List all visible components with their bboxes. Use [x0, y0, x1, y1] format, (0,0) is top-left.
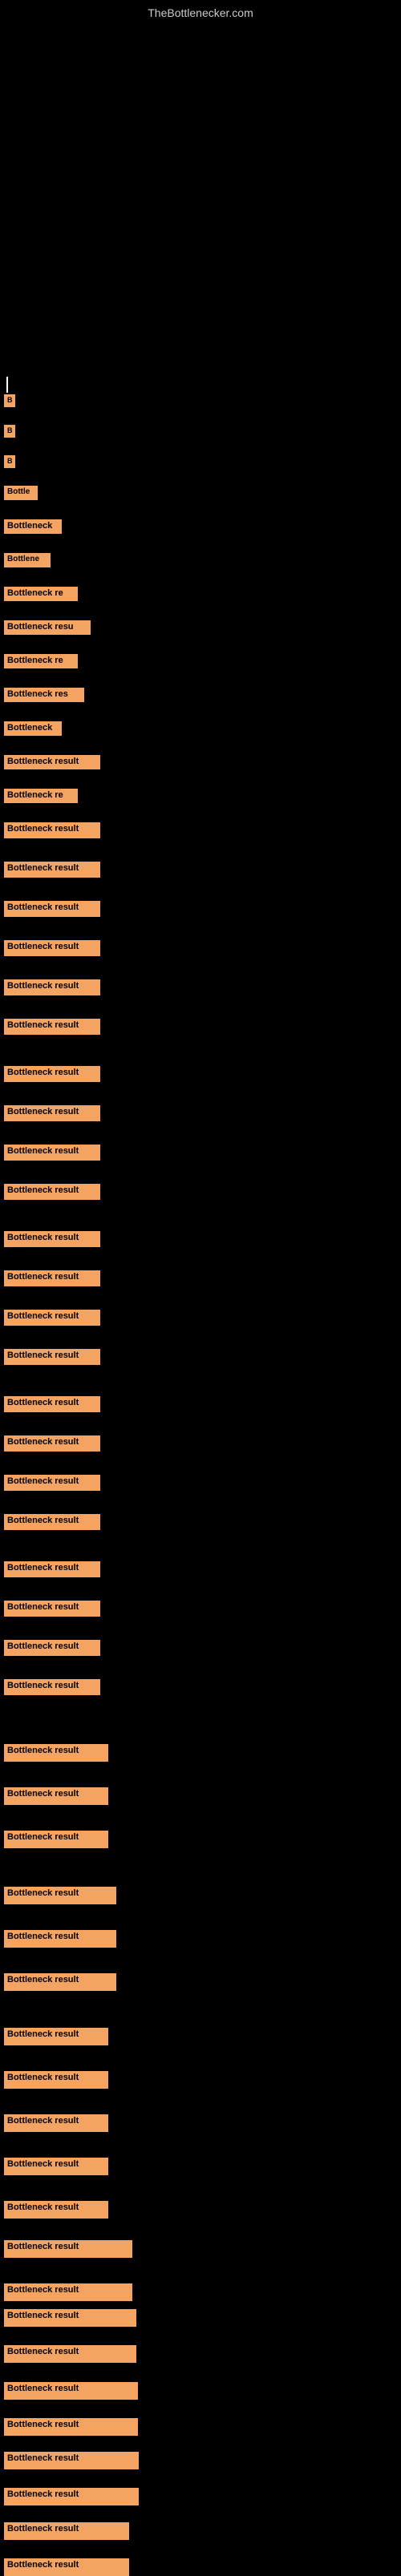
cursor-indicator — [6, 377, 8, 393]
bottleneck-result-label: Bottleneck result — [4, 2345, 136, 2363]
bottleneck-result-label: Bottleneck result — [4, 2452, 139, 2469]
bottleneck-result-label: Bottleneck result — [4, 2114, 108, 2132]
bottleneck-result-label: Bottleneck result — [4, 2283, 132, 2301]
bottleneck-result-label: B — [4, 455, 15, 468]
bottleneck-result-label: Bottleneck result — [4, 2158, 108, 2175]
bottleneck-result-label: Bottleneck result — [4, 1396, 100, 1412]
bottleneck-result-label: Bottleneck result — [4, 940, 100, 956]
bottleneck-result-label: Bottleneck result — [4, 1679, 100, 1695]
bottleneck-result-label: Bottleneck result — [4, 2240, 132, 2258]
bottleneck-result-label: Bottleneck result — [4, 1105, 100, 1121]
bottleneck-result-label: Bottleneck result — [4, 1887, 116, 1904]
bottleneck-result-label: Bottleneck result — [4, 1019, 100, 1035]
bottleneck-result-label: Bottleneck result — [4, 1514, 100, 1530]
bottleneck-result-label: Bottleneck result — [4, 1601, 100, 1617]
bottleneck-result-label: Bottleneck result — [4, 2071, 108, 2089]
site-title: TheBottlenecker.com — [148, 6, 253, 19]
bottleneck-result-label: Bottleneck result — [4, 2382, 138, 2400]
bottleneck-result-label: Bottleneck re — [4, 587, 78, 601]
bottleneck-result-label: Bottleneck result — [4, 2028, 108, 2045]
bottleneck-result-label: Bottleneck result — [4, 1066, 100, 1082]
bottleneck-result-label: Bottleneck — [4, 519, 62, 534]
bottleneck-result-label: Bottleneck re — [4, 654, 78, 668]
bottleneck-result-label: Bottleneck result — [4, 1973, 116, 1991]
bottleneck-result-label: Bottleneck res — [4, 688, 84, 702]
bottleneck-result-label: Bottleneck result — [4, 2418, 138, 2436]
bottleneck-result-label: Bottleneck resu — [4, 620, 91, 635]
bottleneck-result-label: Bottleneck result — [4, 1831, 108, 1848]
bottleneck-result-label: Bottleneck result — [4, 1270, 100, 1286]
bottleneck-result-label: Bottleneck result — [4, 1184, 100, 1200]
bottleneck-result-label: Bottlene — [4, 553, 51, 567]
bottleneck-result-label: Bottleneck result — [4, 822, 100, 838]
bottleneck-result-label: B — [4, 394, 15, 407]
bottleneck-result-label: Bottleneck result — [4, 1231, 100, 1247]
bottleneck-result-label: Bottleneck result — [4, 1435, 100, 1452]
bottleneck-result-label: Bottleneck result — [4, 755, 100, 769]
bottleneck-result-label: Bottleneck — [4, 721, 62, 736]
bottleneck-result-label: Bottleneck result — [4, 901, 100, 917]
bottleneck-result-label: Bottleneck result — [4, 979, 100, 995]
bottleneck-result-label: Bottleneck result — [4, 1349, 100, 1365]
bottleneck-result-label: Bottleneck result — [4, 2522, 129, 2540]
bottleneck-result-label: B — [4, 425, 15, 438]
bottleneck-result-label: Bottleneck result — [4, 1561, 100, 1577]
bottleneck-result-label: Bottle — [4, 486, 38, 500]
bottleneck-result-label: Bottleneck result — [4, 862, 100, 878]
bottleneck-result-label: Bottleneck result — [4, 2201, 108, 2219]
bottleneck-result-label: Bottleneck result — [4, 1475, 100, 1491]
bottleneck-result-label: Bottleneck result — [4, 1310, 100, 1326]
bottleneck-result-label: Bottleneck result — [4, 1744, 108, 1762]
bottleneck-result-label: Bottleneck result — [4, 2558, 129, 2576]
bottleneck-result-label: Bottleneck result — [4, 1930, 116, 1948]
bottleneck-result-label: Bottleneck result — [4, 2309, 136, 2327]
bottleneck-result-label: Bottleneck re — [4, 789, 78, 803]
bottleneck-result-label: Bottleneck result — [4, 2488, 139, 2505]
bottleneck-result-label: Bottleneck result — [4, 1145, 100, 1161]
bottleneck-result-label: Bottleneck result — [4, 1640, 100, 1656]
bottleneck-result-label: Bottleneck result — [4, 1787, 108, 1805]
